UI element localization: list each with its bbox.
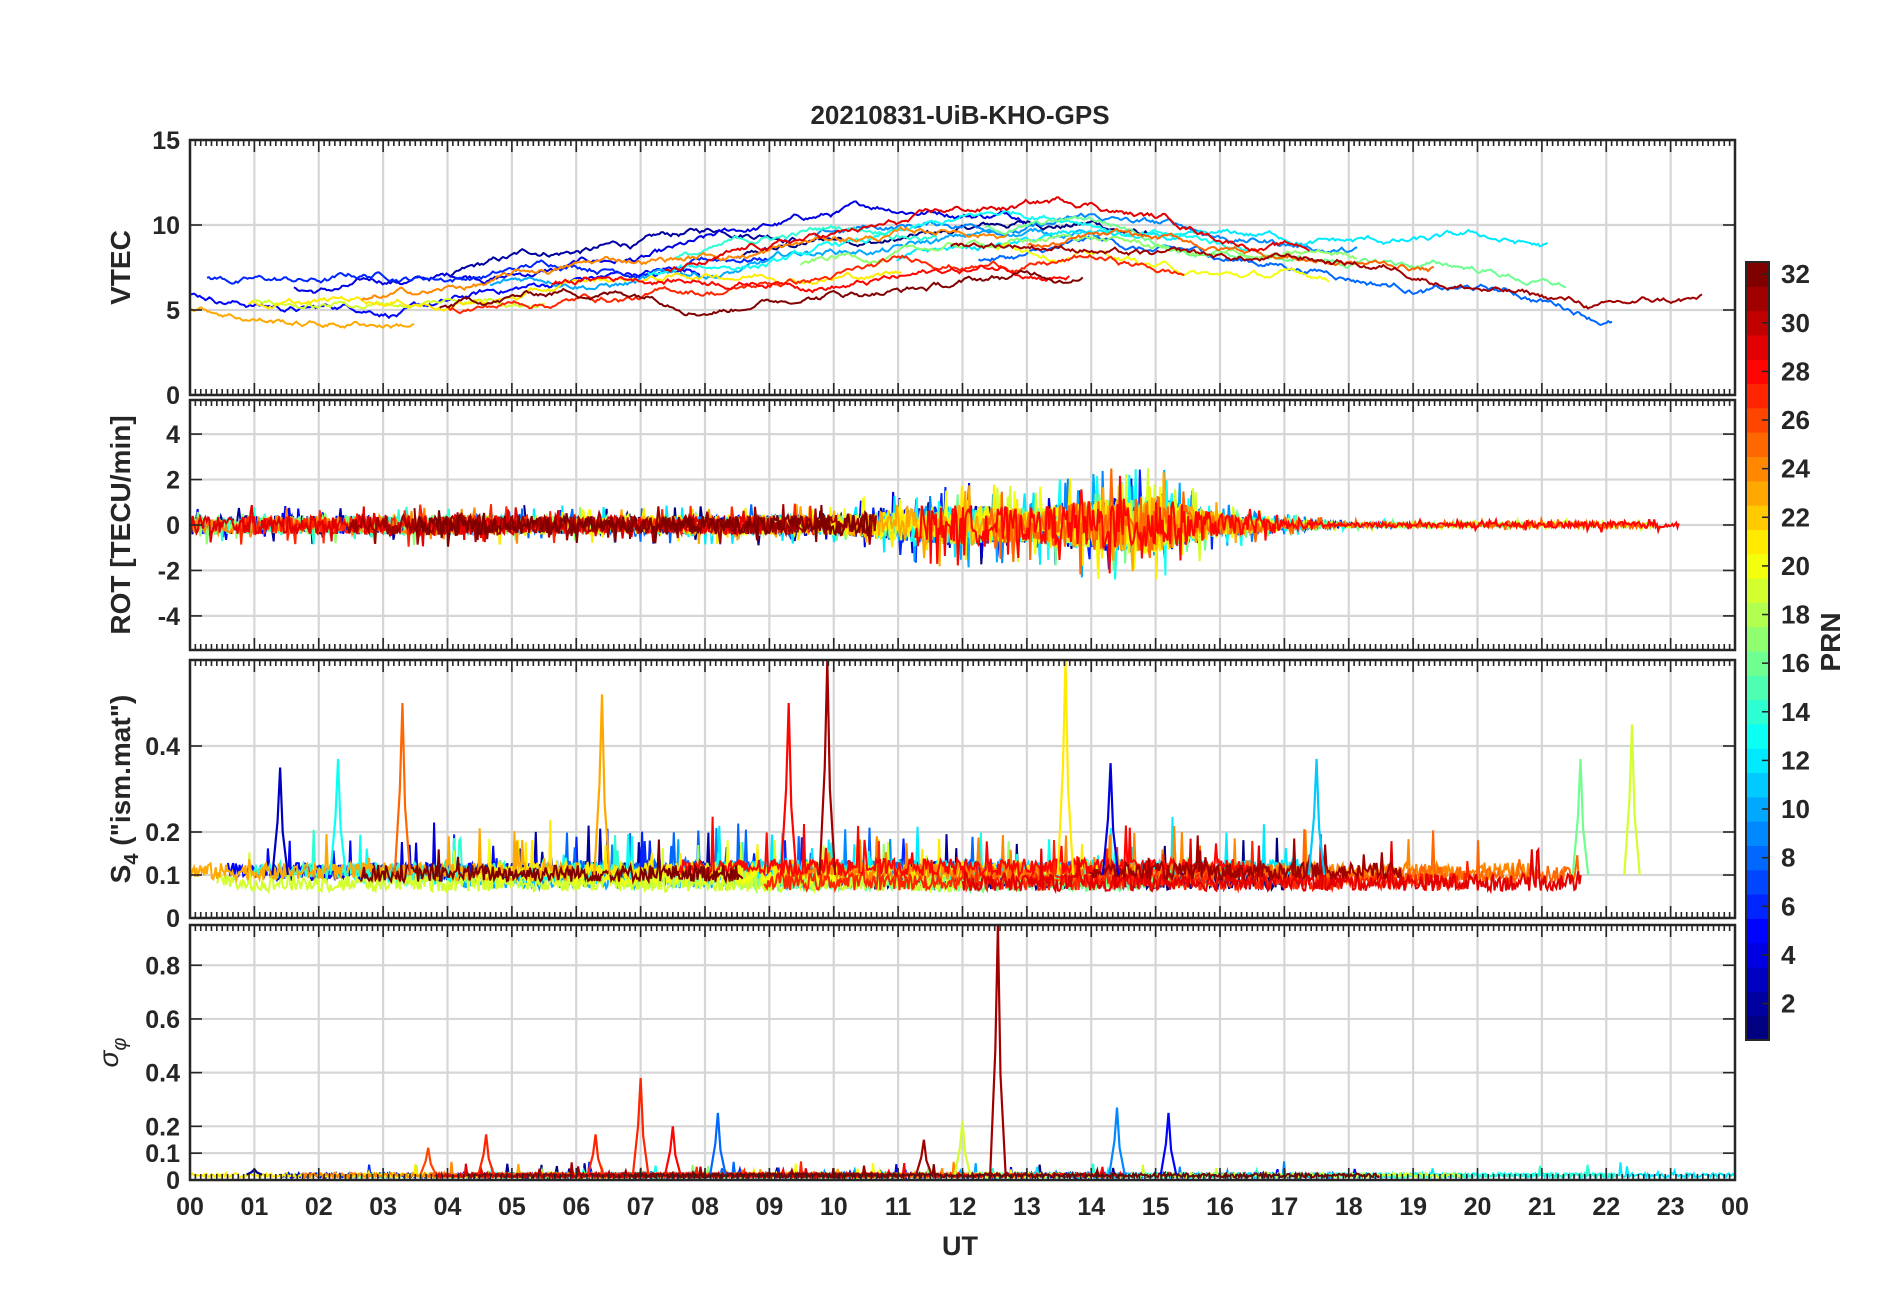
colorbar-bin [1746, 334, 1769, 360]
colorbar-tick-label: 4 [1781, 940, 1796, 970]
y-axis-label: ROT [TECU/min] [105, 415, 136, 634]
y-tick-label: 10 [152, 212, 180, 240]
y-tick-label: -4 [158, 603, 180, 631]
colorbar-bin [1746, 432, 1769, 457]
colorbar-bin [1746, 480, 1769, 506]
panel-3: 00.10.20.4S4 ("ism.mat") [105, 658, 1737, 933]
colorbar-tick-label: 2 [1781, 989, 1795, 1019]
x-tick-label: 12 [949, 1193, 977, 1221]
colorbar-bin [1746, 675, 1769, 701]
colorbar-tick-label: 32 [1781, 259, 1810, 289]
x-tick-label: 10 [820, 1193, 848, 1221]
y-tick-label: -2 [158, 557, 180, 585]
y-tick-label: 0.1 [145, 862, 180, 890]
x-tick-label: 00 [1721, 1193, 1749, 1221]
colorbar-tick-label: 30 [1781, 308, 1810, 338]
y-axis-label-rest: ("ism.mat") [105, 695, 136, 854]
colorbar-bin [1746, 967, 1769, 992]
y-tick-label: 0 [166, 905, 180, 933]
y-tick-label: 0.8 [145, 952, 180, 980]
colorbar-tick-label: 10 [1781, 794, 1810, 824]
colorbar-bin [1746, 626, 1769, 652]
colorbar-tick-label: 28 [1781, 356, 1810, 386]
x-tick-label: 20 [1464, 1193, 1492, 1221]
colorbar-tick-label: 18 [1781, 600, 1810, 630]
x-tick-label: 03 [369, 1193, 397, 1221]
colorbar-bin [1746, 529, 1769, 555]
y-tick-label: 2 [166, 467, 180, 495]
y-tick-label: 0.6 [145, 1006, 180, 1034]
x-tick-label: 17 [1270, 1193, 1298, 1221]
y-tick-label: 0.4 [145, 1060, 180, 1088]
colorbar-tick-label: 6 [1781, 891, 1795, 921]
x-tick-label: 14 [1077, 1193, 1105, 1221]
colorbar-bin [1746, 869, 1769, 895]
x-tick-label: 19 [1399, 1193, 1427, 1221]
x-tick-label: 21 [1528, 1193, 1556, 1221]
y-tick-label: 5 [166, 297, 180, 325]
x-tick-label: 01 [240, 1193, 268, 1221]
colorbar-bin [1746, 772, 1769, 798]
colorbar-bin [1746, 723, 1769, 749]
y-tick-label: 15 [152, 127, 180, 155]
y-tick-label: 0 [166, 512, 180, 540]
colorbar-tick-label: 16 [1781, 648, 1810, 678]
x-tick-label: 07 [627, 1193, 655, 1221]
x-tick-label: 23 [1657, 1193, 1685, 1221]
x-tick-label: 11 [885, 1193, 912, 1221]
y-tick-label: 4 [166, 421, 180, 449]
x-tick-label: 05 [498, 1193, 526, 1221]
y-tick-label: 0 [166, 1167, 180, 1195]
x-tick-label: 04 [434, 1193, 462, 1221]
colorbar-bin [1746, 286, 1769, 312]
y-axis-label-sub: φ [109, 1038, 131, 1051]
x-tick-label: 08 [691, 1193, 719, 1221]
x-axis-label: UT [942, 1231, 978, 1261]
colorbar-bin [1746, 383, 1769, 409]
x-tick-label: 09 [755, 1193, 783, 1221]
colorbar-tick-label: 24 [1781, 454, 1810, 484]
colorbar-label: PRN [1815, 612, 1846, 671]
colorbar-bin [1746, 821, 1769, 846]
y-axis-label: VTEC [105, 230, 136, 305]
colorbar-tick-label: 12 [1781, 745, 1810, 775]
y-tick-label: 0.2 [145, 1113, 180, 1141]
y-tick-label: 0.2 [145, 819, 180, 847]
x-tick-label: 15 [1142, 1193, 1170, 1221]
colorbar-bin [1746, 578, 1769, 603]
scintillation-figure: 20210831-UiB-KHO-GPS 051015VTEC-4-2024RO… [0, 0, 1902, 1292]
y-axis-label-main: σ [93, 1049, 124, 1067]
y-tick-label: 0 [166, 382, 180, 410]
panel-2: -4 -2 0 2 4 ROT [TECU/min] [105, 398, 1737, 652]
colorbar-bin [1746, 1015, 1769, 1041]
panel-1: 0 5 10 15 VTEC [105, 127, 1737, 410]
panels: 051015VTEC-4-2024ROT [TECU/min]00.10.20.… [93, 127, 1737, 1195]
x-tick-label: 06 [562, 1193, 590, 1221]
colorbar-tick-label: 22 [1781, 502, 1810, 532]
panel-4: 00.10.2 0.4 0.6 0.8 σφ [93, 923, 1737, 1195]
colorbar-tick-label: 26 [1781, 405, 1810, 435]
figure-title: 20210831-UiB-KHO-GPS [810, 100, 1109, 130]
y-tick-label: 0.1 [145, 1140, 180, 1168]
x-tick-label: 02 [305, 1193, 333, 1221]
colorbar-tick-label: 20 [1781, 551, 1810, 581]
x-tick-label: 13 [1013, 1193, 1041, 1221]
x-tick-label: 22 [1592, 1193, 1620, 1221]
x-tick-label: 00 [176, 1193, 204, 1221]
colorbar-tick-label: 8 [1781, 843, 1795, 873]
colorbar-tick-label: 14 [1781, 697, 1810, 727]
x-tick-label: 18 [1335, 1193, 1363, 1221]
y-axis-label-main: S [105, 865, 136, 884]
x-tick-label: 16 [1206, 1193, 1234, 1221]
y-tick-label: 0.4 [145, 733, 180, 761]
colorbar-bin [1746, 918, 1769, 944]
